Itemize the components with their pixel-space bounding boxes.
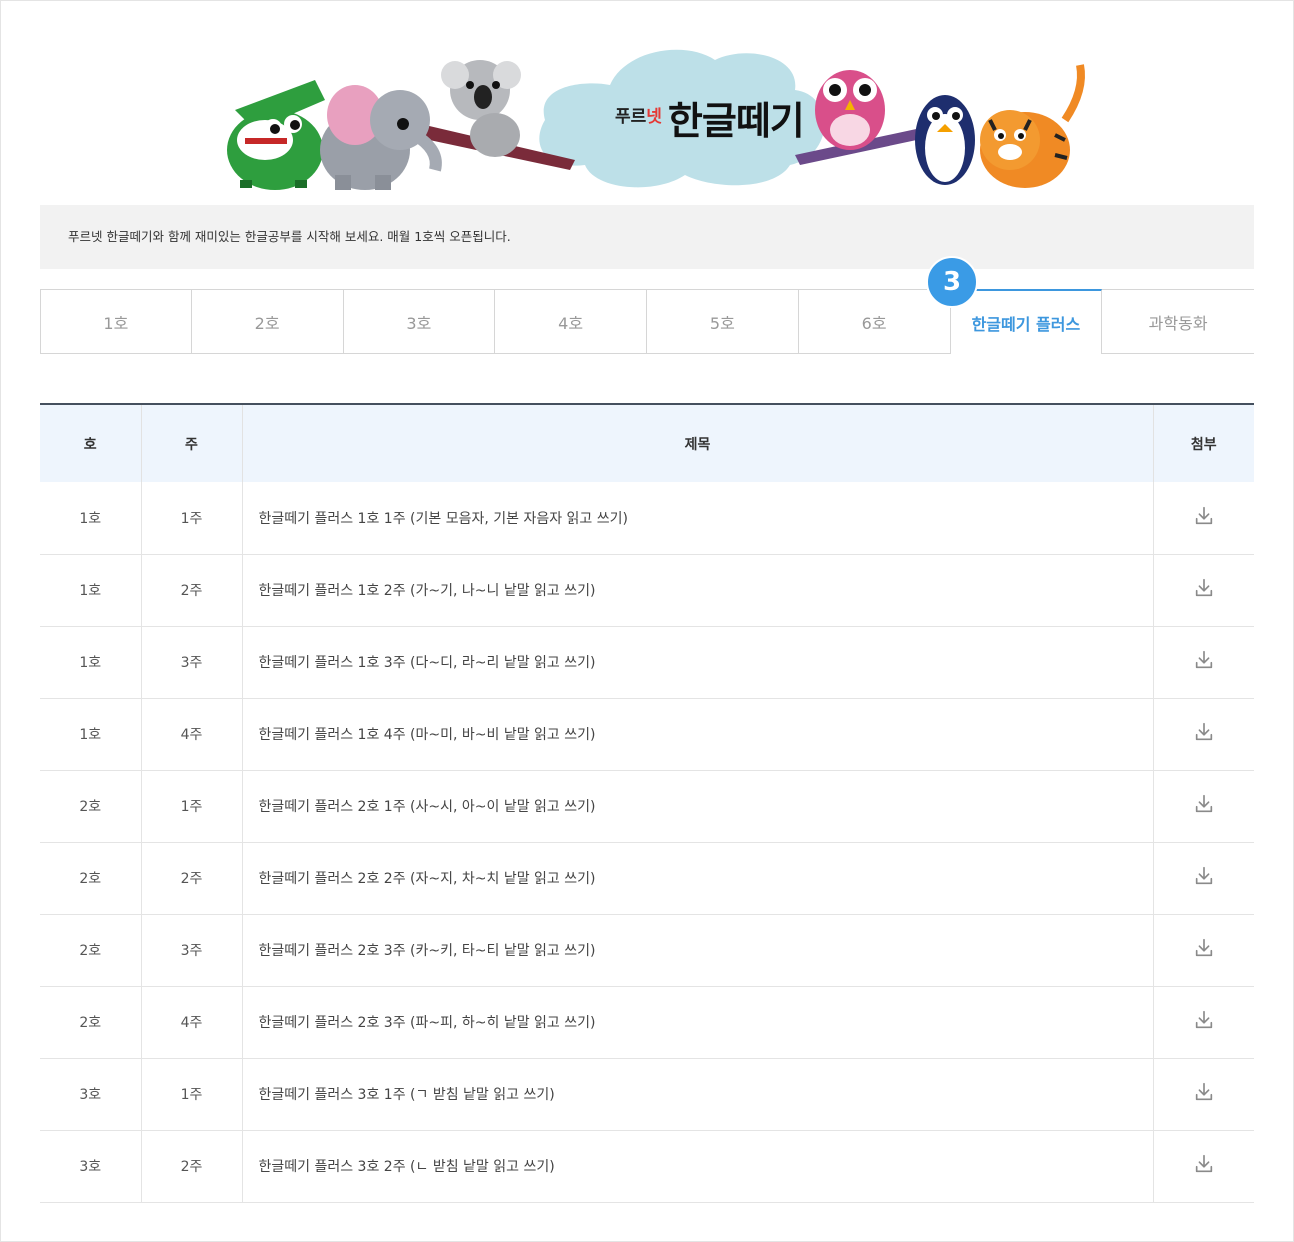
cell-title: 한글떼기 플러스 2호 1주 (사~시, 아~이 낱말 읽고 쓰기)	[241, 770, 1153, 842]
tab-issue-6[interactable]: 6호	[798, 289, 951, 354]
download-icon[interactable]	[1193, 1009, 1215, 1031]
download-icon[interactable]	[1193, 865, 1215, 887]
cell-ho: 2호	[79, 943, 102, 959]
cell-attach	[1152, 554, 1254, 626]
cell-ho: 3호	[79, 1087, 102, 1103]
cell-ju: 4주	[140, 698, 242, 770]
cell-ju: 2주	[140, 1130, 242, 1202]
cell-attach	[1152, 626, 1254, 698]
cell-ho: 1호	[79, 655, 102, 671]
cell-ho: 1호	[79, 583, 102, 599]
cell-ju: 1주	[140, 482, 242, 554]
penguin	[915, 95, 975, 185]
table-row: 3호 2주 한글떼기 플러스 3호 2주 (ㄴ 받침 낱말 읽고 쓰기)	[40, 1130, 1254, 1202]
cell-attach	[1152, 1130, 1254, 1202]
cell-ju: 4주	[140, 986, 242, 1058]
cell-attach	[1152, 698, 1254, 770]
table-header-row: 호 주 제목 첨부	[40, 404, 1254, 482]
download-icon[interactable]	[1193, 1153, 1215, 1175]
tab-issue-2[interactable]: 2호	[191, 289, 344, 354]
tab-issue-5[interactable]: 5호	[647, 289, 799, 354]
cell-ho: 3호	[79, 1159, 102, 1175]
cell-attach	[1152, 1058, 1254, 1130]
issue-tabs: 1호 2호 3호 4호 5호 6호 한글떼기 플러스 과학동화	[40, 289, 1254, 354]
download-icon[interactable]	[1193, 577, 1215, 599]
cell-attach	[1152, 914, 1254, 986]
logo-title: 한글떼기	[667, 99, 805, 143]
cell-title: 한글떼기 플러스 1호 3주 (다~디, 라~리 낱말 읽고 쓰기)	[241, 626, 1153, 698]
cell-ju: 1주	[140, 770, 242, 842]
hangul-banner: 푸르넷 한글떼기	[215, 40, 1095, 200]
table-row: 1호 1주 한글떼기 플러스 1호 1주 (기본 모음자, 기본 자음자 읽고 쓰기…	[40, 482, 1254, 554]
elephant	[320, 85, 442, 190]
lesson-table: 호 주 제목 첨부 1호 1주 한글떼기 플러스 1호 1주 (기본 모음자, 기본…	[40, 403, 1254, 1203]
cell-title: 한글떼기 플러스 2호 3주 (파~피, 하~히 낱말 읽고 쓰기)	[241, 986, 1153, 1058]
table-row: 1호 4주 한글떼기 플러스 1호 4주 (마~미, 바~비 낱말 읽고 쓰기)	[40, 698, 1254, 770]
download-icon[interactable]	[1193, 937, 1215, 959]
cell-ho: 2호	[79, 799, 102, 815]
cell-title: 한글떼기 플러스 3호 2주 (ㄴ 받침 낱말 읽고 쓰기)	[241, 1130, 1153, 1202]
tab-issue-4[interactable]: 4호	[495, 289, 647, 354]
download-icon[interactable]	[1193, 793, 1215, 815]
table-row: 3호 1주 한글떼기 플러스 3호 1주 (ㄱ 받침 낱말 읽고 쓰기)	[40, 1058, 1254, 1130]
header-attach: 첨부	[1152, 404, 1254, 482]
cell-ju: 1주	[140, 1058, 242, 1130]
table-row: 2호 3주 한글떼기 플러스 2호 3주 (카~키, 타~티 낱말 읽고 쓰기)	[40, 914, 1254, 986]
cell-attach	[1152, 482, 1254, 554]
download-icon[interactable]	[1193, 1081, 1215, 1103]
cell-ho: 1호	[79, 510, 102, 527]
download-icon[interactable]	[1193, 649, 1215, 671]
tab-issue-3[interactable]: 3호	[343, 289, 496, 354]
owl	[815, 70, 885, 150]
download-icon[interactable]	[1193, 505, 1215, 527]
tab-science-story[interactable]: 과학동화	[1102, 289, 1254, 354]
header-ho: 호	[83, 436, 97, 453]
cell-attach	[1152, 842, 1254, 914]
table-row: 2호 1주 한글떼기 플러스 2호 1주 (사~시, 아~이 낱말 읽고 쓰기)	[40, 770, 1254, 842]
banner-logo: 푸르넷 한글떼기	[615, 90, 805, 145]
tab-hangul-plus[interactable]: 한글떼기 플러스	[950, 289, 1103, 354]
cell-title: 한글떼기 플러스 2호 2주 (자~지, 차~치 낱말 읽고 쓰기)	[241, 842, 1153, 914]
cell-ju: 2주	[140, 842, 242, 914]
cell-ho: 2호	[79, 1015, 102, 1031]
cell-ju: 2주	[140, 554, 242, 626]
logo-brand: 푸르넷	[615, 107, 662, 127]
cell-attach	[1152, 770, 1254, 842]
cell-attach	[1152, 986, 1254, 1058]
tab-issue-1[interactable]: 1호	[40, 289, 192, 354]
download-icon[interactable]	[1193, 721, 1215, 743]
cell-title: 한글떼기 플러스 1호 1주 (기본 모음자, 기본 자음자 읽고 쓰기)	[241, 482, 1153, 554]
cell-ho: 1호	[79, 727, 102, 743]
cell-ho: 2호	[79, 871, 102, 887]
table-row: 1호 3주 한글떼기 플러스 1호 3주 (다~디, 라~리 낱말 읽고 쓰기)	[40, 626, 1254, 698]
cell-ju: 3주	[140, 914, 242, 986]
cell-title: 한글떼기 플러스 3호 1주 (ㄱ 받침 낱말 읽고 쓰기)	[241, 1058, 1153, 1130]
step-badge: 3	[926, 256, 978, 308]
table-row: 2호 2주 한글떼기 플러스 2호 2주 (자~지, 차~치 낱말 읽고 쓰기)	[40, 842, 1254, 914]
crocodile	[227, 80, 325, 190]
cell-title: 한글떼기 플러스 1호 2주 (가~기, 나~니 낱말 읽고 쓰기)	[241, 554, 1153, 626]
cell-title: 한글떼기 플러스 2호 3주 (카~키, 타~티 낱말 읽고 쓰기)	[241, 914, 1153, 986]
header-title: 제목	[241, 404, 1153, 482]
tiger	[980, 64, 1085, 188]
table-row: 2호 4주 한글떼기 플러스 2호 3주 (파~피, 하~히 낱말 읽고 쓰기)	[40, 986, 1254, 1058]
cell-ju: 3주	[140, 626, 242, 698]
notice-bar: 푸르넷 한글떼기와 함께 재미있는 한글공부를 시작해 보세요. 매월 1호씩 …	[40, 205, 1254, 269]
cell-title: 한글떼기 플러스 1호 4주 (마~미, 바~비 낱말 읽고 쓰기)	[241, 698, 1153, 770]
table-row: 1호 2주 한글떼기 플러스 1호 2주 (가~기, 나~니 낱말 읽고 쓰기)	[40, 554, 1254, 626]
header-ju: 주	[140, 404, 242, 482]
